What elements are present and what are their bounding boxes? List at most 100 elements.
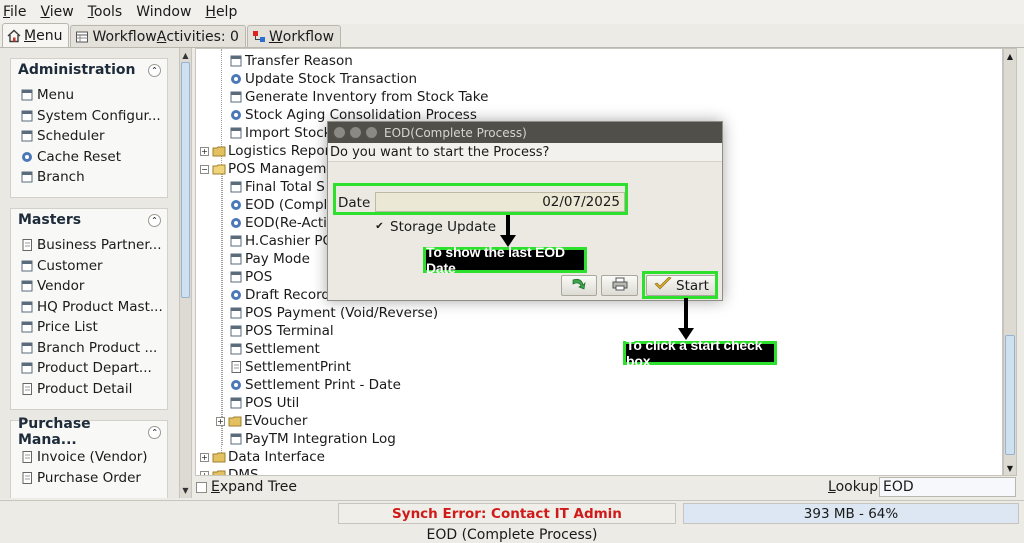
scroll-up-icon[interactable]: ▲ — [180, 49, 191, 61]
tree-item-pos-payment[interactable]: POS Payment (Void/Reverse) — [229, 304, 438, 322]
sidebar-item-invoice-vendor[interactable]: Invoice (Vendor) — [11, 447, 167, 468]
sidebar-item-scheduler[interactable]: Scheduler — [11, 126, 167, 147]
tree-folder-logistics-report[interactable]: + Logistics Report — [200, 142, 335, 160]
tree-item-draft-record[interactable]: Draft Record — [229, 286, 330, 304]
tab-workflow[interactable]: Workflow — [246, 25, 342, 47]
memory-usage-status[interactable]: 393 MB - 64% — [683, 503, 1019, 524]
gear-icon — [229, 216, 243, 230]
tree-folder-data-interface[interactable]: + Data Interface — [200, 448, 325, 466]
scroll-down-icon[interactable]: ▼ — [1004, 462, 1016, 474]
tree-item-eod-reactivate[interactable]: EOD(Re-Activ — [229, 214, 335, 232]
refresh-arrow-icon — [570, 276, 588, 296]
sidebar-item-purchase-order[interactable]: Purchase Order — [11, 468, 167, 489]
sidebar-item-hq-product-master[interactable]: HQ Product Mast... — [11, 297, 167, 318]
menu-view[interactable]: View — [40, 4, 73, 20]
tree-item-pay-mode[interactable]: Pay Mode — [229, 250, 310, 268]
expand-icon[interactable]: + — [200, 452, 209, 462]
tree-item-pos-util[interactable]: POS Util — [229, 394, 299, 412]
tree-folder-evoucher[interactable]: + EVoucher — [216, 412, 307, 430]
sidebar-item-price-list[interactable]: Price List — [11, 317, 167, 338]
window-icon — [229, 324, 243, 338]
window-icon — [20, 109, 34, 123]
document-icon — [20, 450, 34, 464]
tab-menu[interactable]: Menu — [2, 23, 70, 47]
tree-guide-line — [222, 169, 223, 445]
sidebar-item-branch-product[interactable]: Branch Product ... — [11, 338, 167, 359]
folder-icon — [212, 144, 226, 158]
window-icon — [20, 88, 34, 102]
window-icon — [229, 180, 243, 194]
tree-item-settlement-print[interactable]: SettlementPrint — [229, 358, 351, 376]
sidebar-item-branch[interactable]: Branch — [11, 167, 167, 188]
tree-item-import-stock[interactable]: Import Stock — [229, 124, 331, 142]
tree-item-settlement-print-date[interactable]: Settlement Print - Date — [229, 376, 401, 394]
expand-tree-toggle[interactable]: Expand Tree — [196, 478, 297, 496]
menu-help[interactable]: Help — [205, 4, 237, 20]
folder-icon — [228, 414, 242, 428]
panel-header-administration[interactable]: Administration ⌃ — [11, 59, 167, 81]
sidebar-scrollbar[interactable]: ▲ ▼ — [179, 48, 191, 498]
tree-item-settlement[interactable]: Settlement — [229, 340, 320, 358]
panel-header-masters[interactable]: Masters ⌃ — [11, 209, 167, 231]
window-minimize-icon[interactable] — [350, 127, 361, 138]
menu-tools[interactable]: Tools — [88, 4, 123, 20]
sidebar-item-system-configurator[interactable]: System Configur... — [11, 106, 167, 127]
scroll-thumb[interactable] — [1005, 335, 1015, 455]
scroll-down-icon[interactable]: ▼ — [180, 484, 191, 496]
sidebar-item-vendor[interactable]: Vendor — [11, 276, 167, 297]
tree-item-update-stock-transaction[interactable]: Update Stock Transaction — [229, 70, 417, 88]
expand-icon[interactable]: + — [200, 470, 209, 475]
date-highlight-box — [333, 183, 628, 215]
footer-status-text: EOD (Complete Process) — [426, 526, 598, 543]
panel-header-purchase[interactable]: Purchase Mana... ⌃ — [11, 416, 167, 448]
tree-item-hcashier-pos[interactable]: H.Cashier PO — [229, 232, 333, 250]
collapse-icon[interactable]: ⌃ — [148, 63, 161, 77]
printer-icon — [611, 276, 629, 296]
tree-item-transfer-reason[interactable]: Transfer Reason — [229, 52, 353, 70]
dialog-titlebar[interactable]: EOD(Complete Process) — [328, 122, 722, 143]
collapse-node-icon[interactable]: − — [200, 164, 209, 174]
sidebar-item-menu[interactable]: Menu — [11, 85, 167, 106]
sidebar-item-product-department[interactable]: Product Depart... — [11, 358, 167, 379]
tree-item-eod-complete[interactable]: EOD (Comple — [229, 196, 336, 214]
lookup-input[interactable]: EOD — [879, 477, 1016, 497]
window-icon — [20, 320, 34, 334]
sidebar-item-cache-reset[interactable]: Cache Reset — [11, 147, 167, 168]
tab-workflow-activities[interactable]: Workflow Activities: 0 — [70, 25, 246, 47]
expand-icon[interactable]: + — [216, 416, 225, 426]
sidebar-item-product-detail[interactable]: Product Detail — [11, 379, 167, 400]
start-callout: To click a start check box — [623, 337, 777, 369]
tree-item-paytm-log[interactable]: PayTM Integration Log — [229, 430, 396, 448]
tree-item-final-total[interactable]: Final Total S — [229, 178, 325, 196]
start-highlight-box — [642, 271, 718, 299]
tree-item-pos[interactable]: POS — [229, 268, 272, 286]
storage-update-option[interactable]: ✔ Storage Update — [374, 219, 496, 235]
expand-icon[interactable]: + — [200, 146, 209, 156]
window-icon — [20, 279, 34, 293]
sidebar-item-customer[interactable]: Customer — [11, 256, 167, 277]
folder-icon — [212, 450, 226, 464]
dialog-title: EOD(Complete Process) — [384, 125, 527, 140]
sync-error-status[interactable]: Synch Error: Contact IT Admin — [338, 503, 676, 524]
menu-window[interactable]: Window — [136, 4, 191, 20]
collapse-icon[interactable]: ⌃ — [148, 213, 161, 227]
panel-administration: Administration ⌃ Menu System Configur...… — [10, 58, 168, 198]
tree-scrollbar[interactable]: ▲ ▼ — [1003, 48, 1017, 476]
tree-folder-dms[interactable]: + DMS — [200, 466, 259, 475]
scroll-up-icon[interactable]: ▲ — [1004, 50, 1016, 62]
expand-tree-checkbox[interactable] — [196, 481, 207, 493]
scroll-thumb[interactable] — [181, 62, 190, 298]
menu-file[interactable]: File — [3, 4, 26, 20]
window-icon — [20, 170, 34, 184]
sidebar-item-business-partner[interactable]: Business Partner... — [11, 235, 167, 256]
window-maximize-icon[interactable] — [366, 127, 377, 138]
tree-item-generate-inventory[interactable]: Generate Inventory from Stock Take — [229, 88, 488, 106]
collapse-icon[interactable]: ⌃ — [148, 425, 161, 439]
tree-item-pos-terminal[interactable]: POS Terminal — [229, 322, 334, 340]
window-icon — [20, 259, 34, 273]
print-button[interactable] — [601, 275, 638, 296]
refresh-button[interactable] — [561, 275, 597, 296]
window-close-icon[interactable] — [334, 127, 345, 138]
storage-update-checkbox[interactable]: ✔ — [374, 221, 385, 233]
window-icon — [229, 234, 243, 248]
